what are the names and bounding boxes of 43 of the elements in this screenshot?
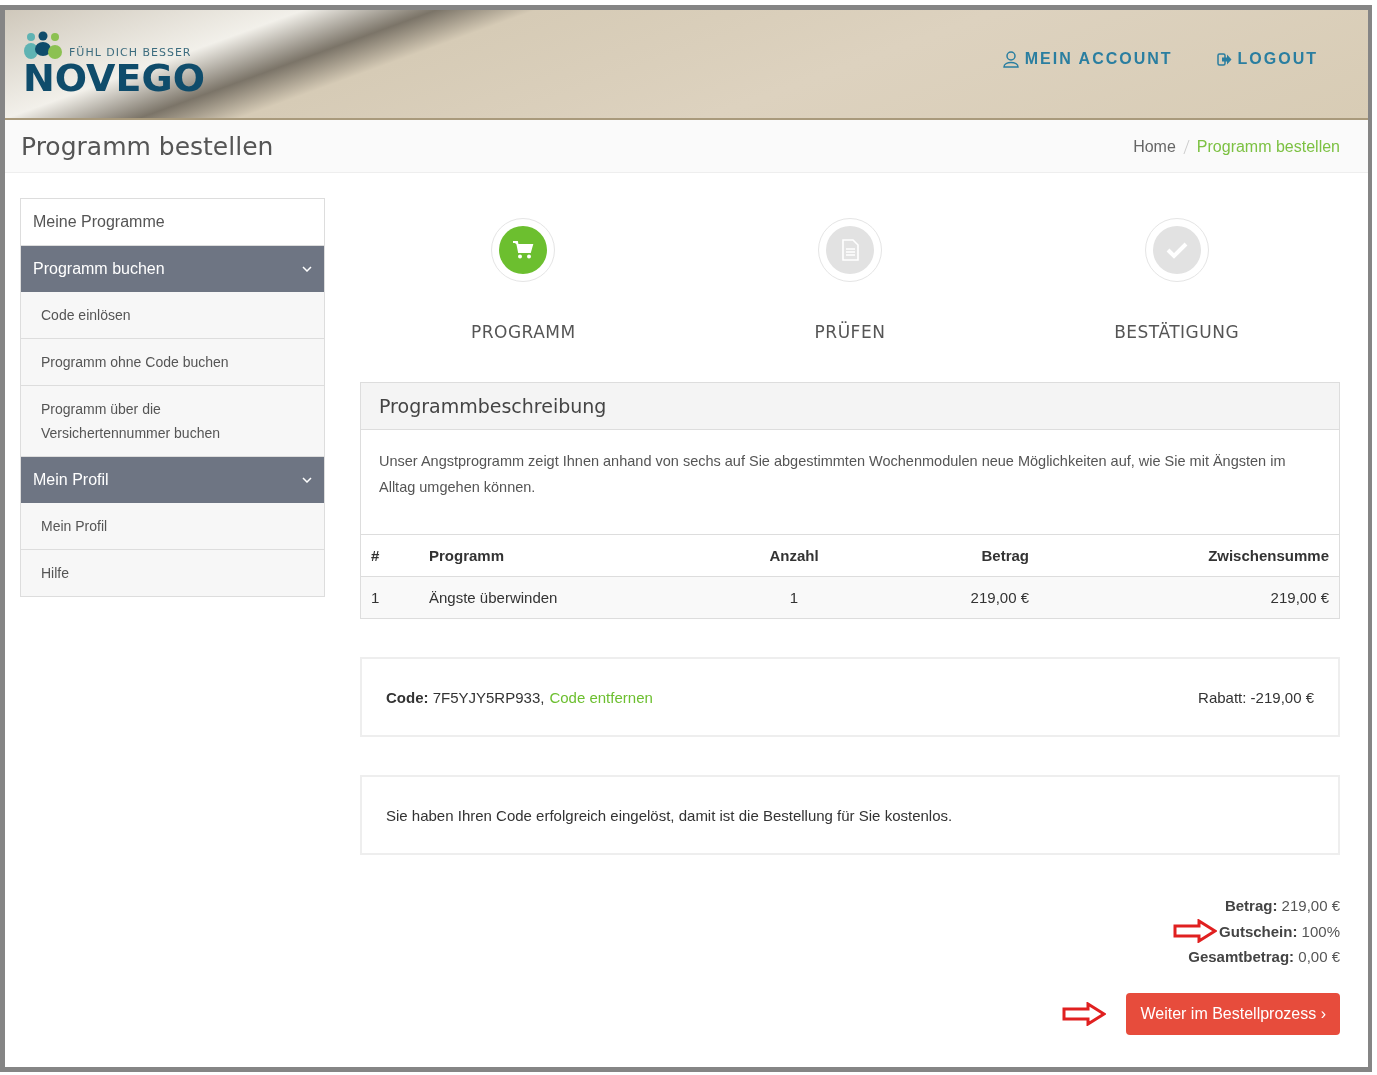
document-icon (841, 239, 859, 261)
column-header: Programm (419, 535, 739, 577)
program-description: Unser Angstprogramm zeigt Ihnen anhand von sechs auf Sie abgestimmten Wochenmodulen neue Möglichkeiten auf, wie Sie mit Ängsten im Alltag umgehen können. (361, 430, 1339, 535)
code-text: Code: 7F5YJY5RP933, (386, 688, 545, 706)
table-cell: 219,00 € (849, 576, 1039, 618)
total-line: Betrag: 219,00 € (1224, 897, 1340, 914)
total-line: Gesamtbetrag: 0,00 € (1188, 948, 1340, 965)
sidebar-group-header[interactable]: Programm buchen (21, 246, 324, 292)
continue-button[interactable]: Weiter im Bestellprozess › (1126, 993, 1340, 1035)
sidebar-subitem[interactable]: Code einlösen (21, 292, 324, 339)
people-logo-icon (23, 31, 63, 59)
step-label: PROGRAMM (470, 322, 576, 342)
sidebar-subitem[interactable]: Mein Profil (21, 503, 324, 550)
success-message: Sie haben Ihren Code erfolgreich eingelöst, damit ist die Bestellung für Sie kostenlos. (386, 806, 953, 824)
panel-title: Programmbeschreibung (379, 395, 607, 417)
cart-icon (512, 240, 535, 260)
column-header: Zwischensumme (1039, 535, 1339, 577)
sidebar-subitem[interactable]: Hilfe (21, 550, 324, 596)
user-icon (1002, 50, 1019, 68)
step-label: BESTÄTIGUNG (1114, 322, 1240, 342)
total-line: Gutschein: 100% (1219, 922, 1340, 940)
table-cell: 1 (739, 576, 849, 618)
discount-text: Rabatt: -219,00 € (1198, 688, 1314, 706)
page-title: Programm bestellen (21, 131, 274, 161)
table-cell: 219,00 € (1039, 576, 1339, 618)
logo-wordmark: NOVEGO (23, 59, 205, 97)
account-link[interactable]: MEIN ACCOUNT (1002, 50, 1173, 68)
logo-tagline: FÜHL DICH BESSER (69, 46, 192, 59)
sidebar-subitem[interactable]: Programm über die Versichertennummer buchen (21, 386, 324, 457)
table-cell: Ängste überwinden (419, 576, 739, 618)
column-header: Betrag (849, 535, 1039, 577)
column-header: Anzahl (739, 535, 849, 577)
chevron-icon (302, 266, 312, 272)
column-header: # (361, 535, 419, 577)
checkmark-icon (1165, 241, 1188, 259)
table-cell: 1 (361, 576, 419, 618)
sidebar-group-header[interactable]: Mein Profil (21, 457, 324, 503)
sidebar-subitem[interactable]: Programm ohne Code buchen (21, 339, 324, 386)
chevron-icon (302, 477, 312, 483)
breadcrumb-link[interactable]: Home (1133, 138, 1176, 156)
step-label: PRÜFEN (814, 322, 886, 342)
logout-icon (1216, 52, 1232, 66)
logout-link[interactable]: LOGOUT (1216, 50, 1318, 68)
